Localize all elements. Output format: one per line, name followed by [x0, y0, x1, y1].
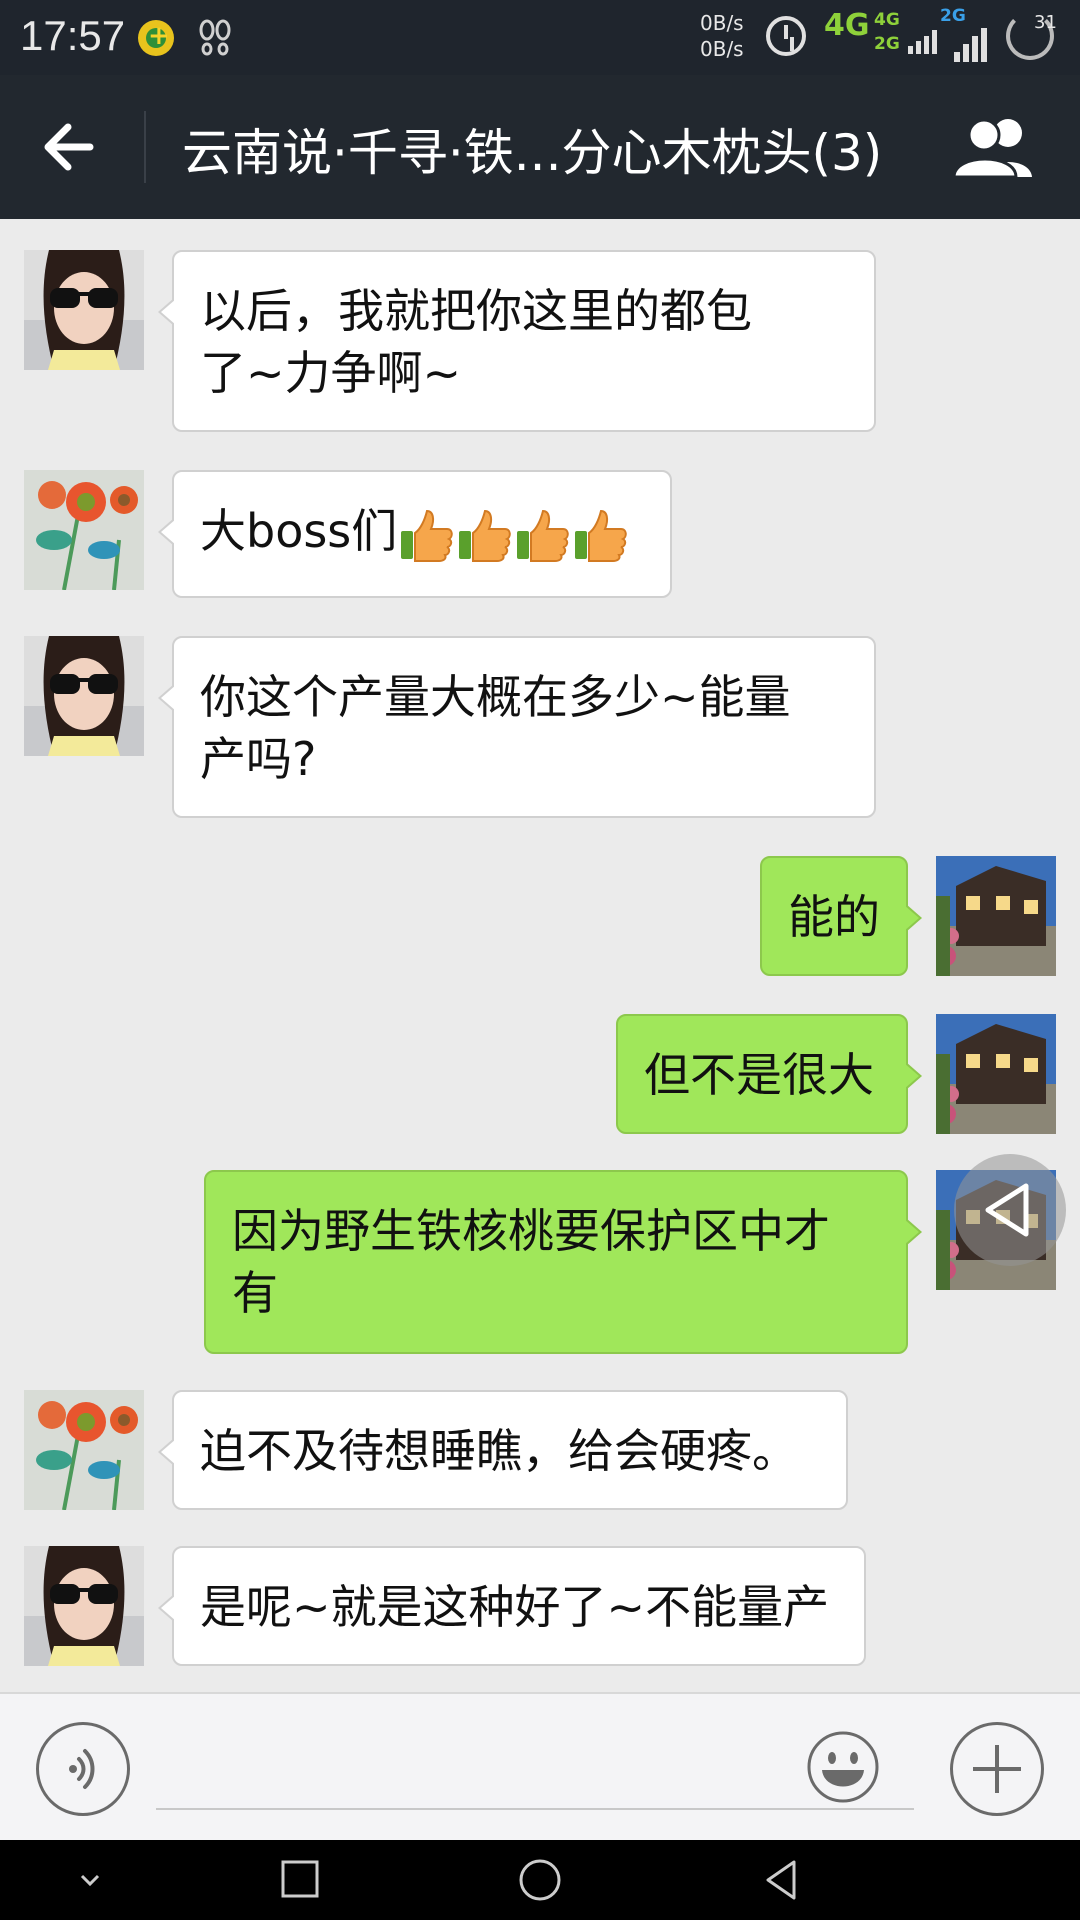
network-2g-label: 2G: [940, 6, 966, 26]
message-bubble[interactable]: 迫不及待想睡瞧，给会硬疼。: [158, 1390, 848, 1510]
triangle-back-icon: [985, 1183, 1029, 1237]
message-input[interactable]: [156, 1714, 914, 1810]
chat-header: 云南说·千寻·铁...分心木枕头(3): [0, 75, 1080, 219]
message-bubble[interactable]: 但不是很大: [616, 1014, 922, 1134]
avatar-photo: [24, 636, 144, 756]
footprint-icon: [196, 18, 236, 66]
message-text-line: 以后，我就把你这里的都包: [200, 284, 752, 338]
network-speed: 0B/s 0B/s: [700, 10, 744, 62]
square-icon: [281, 1860, 319, 1898]
avatar-photo: [24, 250, 144, 370]
avatar[interactable]: [24, 250, 144, 370]
message-text-line: 你这个产量大概在多少~能量: [200, 670, 791, 724]
nav-hide-button[interactable]: [60, 1854, 120, 1906]
arrow-left-icon: [44, 123, 94, 171]
avatar-photo: [24, 1390, 144, 1510]
nav-home-button[interactable]: [510, 1854, 570, 1906]
emoji-button[interactable]: [806, 1730, 880, 1804]
message-bubble[interactable]: 能的: [760, 856, 922, 976]
network-4g-label: 4G: [824, 8, 870, 43]
voice-icon: [69, 1749, 95, 1789]
thumbs-up-icon: [459, 509, 512, 562]
thumbs-up-icon: [517, 509, 570, 562]
status-time: 17:57: [20, 12, 126, 59]
thumbs-up-icon: [401, 509, 454, 562]
circle-icon: [519, 1859, 561, 1901]
avatar[interactable]: [936, 1014, 1056, 1134]
input-bar: [0, 1692, 1080, 1840]
signal-icon: [954, 28, 990, 62]
nav-recents-button[interactable]: [270, 1854, 330, 1906]
more-button[interactable]: [950, 1722, 1044, 1816]
avatar-photo: [936, 856, 1056, 976]
thumbs-up-icon: [575, 509, 628, 562]
battery-level: 31: [1034, 12, 1057, 33]
message-bubble[interactable]: 你这个产量大概在多少~能量 产吗?: [158, 636, 876, 818]
message-bubble[interactable]: 因为野生铁核桃要保护区中才 有: [204, 1170, 922, 1354]
message-bubble[interactable]: 大boss们: [158, 470, 672, 598]
alarm-icon: [766, 16, 806, 56]
message-text-line: 有: [232, 1266, 278, 1320]
sim2-2g-label: 2G: [874, 34, 900, 54]
message-text-line: 因为野生铁核桃要保护区中才: [232, 1204, 830, 1258]
nav-back-button[interactable]: [752, 1854, 812, 1906]
avatar[interactable]: [936, 856, 1056, 976]
plus-icon: [973, 1745, 1021, 1793]
message-text: 迫不及待想睡瞧，给会硬疼。: [200, 1424, 798, 1478]
message-text-line: 了~力争啊~: [200, 346, 462, 400]
avatar[interactable]: [24, 1390, 144, 1510]
message-text: 但不是很大: [644, 1048, 874, 1102]
group-members-button[interactable]: [950, 115, 1040, 179]
chat-title: 云南说·千寻·铁...分心木枕头(3): [182, 124, 883, 182]
message-text: 大boss们: [200, 504, 398, 558]
smiley-icon: [807, 1731, 879, 1803]
signal-icon: [908, 30, 940, 58]
group-icon: [952, 118, 1032, 179]
message-bubble[interactable]: 是呢~就是这种好了~不能量产: [158, 1546, 866, 1666]
floating-back-button[interactable]: [954, 1154, 1066, 1266]
app-icon: [138, 20, 174, 56]
back-button[interactable]: [40, 115, 104, 179]
avatar-photo: [24, 1546, 144, 1666]
status-bar: 17:57 0B/s 0B/s 4G 4G 2G 2G 31: [0, 0, 1080, 75]
sim-network-labels: 4G 2G: [874, 8, 900, 56]
avatar[interactable]: [24, 470, 144, 590]
speed-down: 0B/s: [700, 37, 744, 61]
sim1-4g-label: 4G: [874, 10, 900, 30]
header-divider: [144, 111, 146, 183]
message-text: 能的: [788, 890, 880, 944]
chevron-down-icon: [80, 1874, 100, 1887]
triangle-back-icon: [766, 1860, 796, 1900]
message-bubble[interactable]: 以后，我就把你这里的都包 了~力争啊~: [158, 250, 876, 432]
message-text: 是呢~就是这种好了~不能量产: [200, 1580, 830, 1634]
system-nav-bar: [0, 1840, 1080, 1920]
avatar[interactable]: [24, 636, 144, 756]
voice-button[interactable]: [36, 1722, 130, 1816]
speed-up: 0B/s: [700, 11, 744, 35]
message-text-line: 产吗?: [200, 732, 317, 786]
avatar[interactable]: [24, 1546, 144, 1666]
avatar-photo: [24, 470, 144, 590]
avatar-photo: [936, 1014, 1056, 1134]
